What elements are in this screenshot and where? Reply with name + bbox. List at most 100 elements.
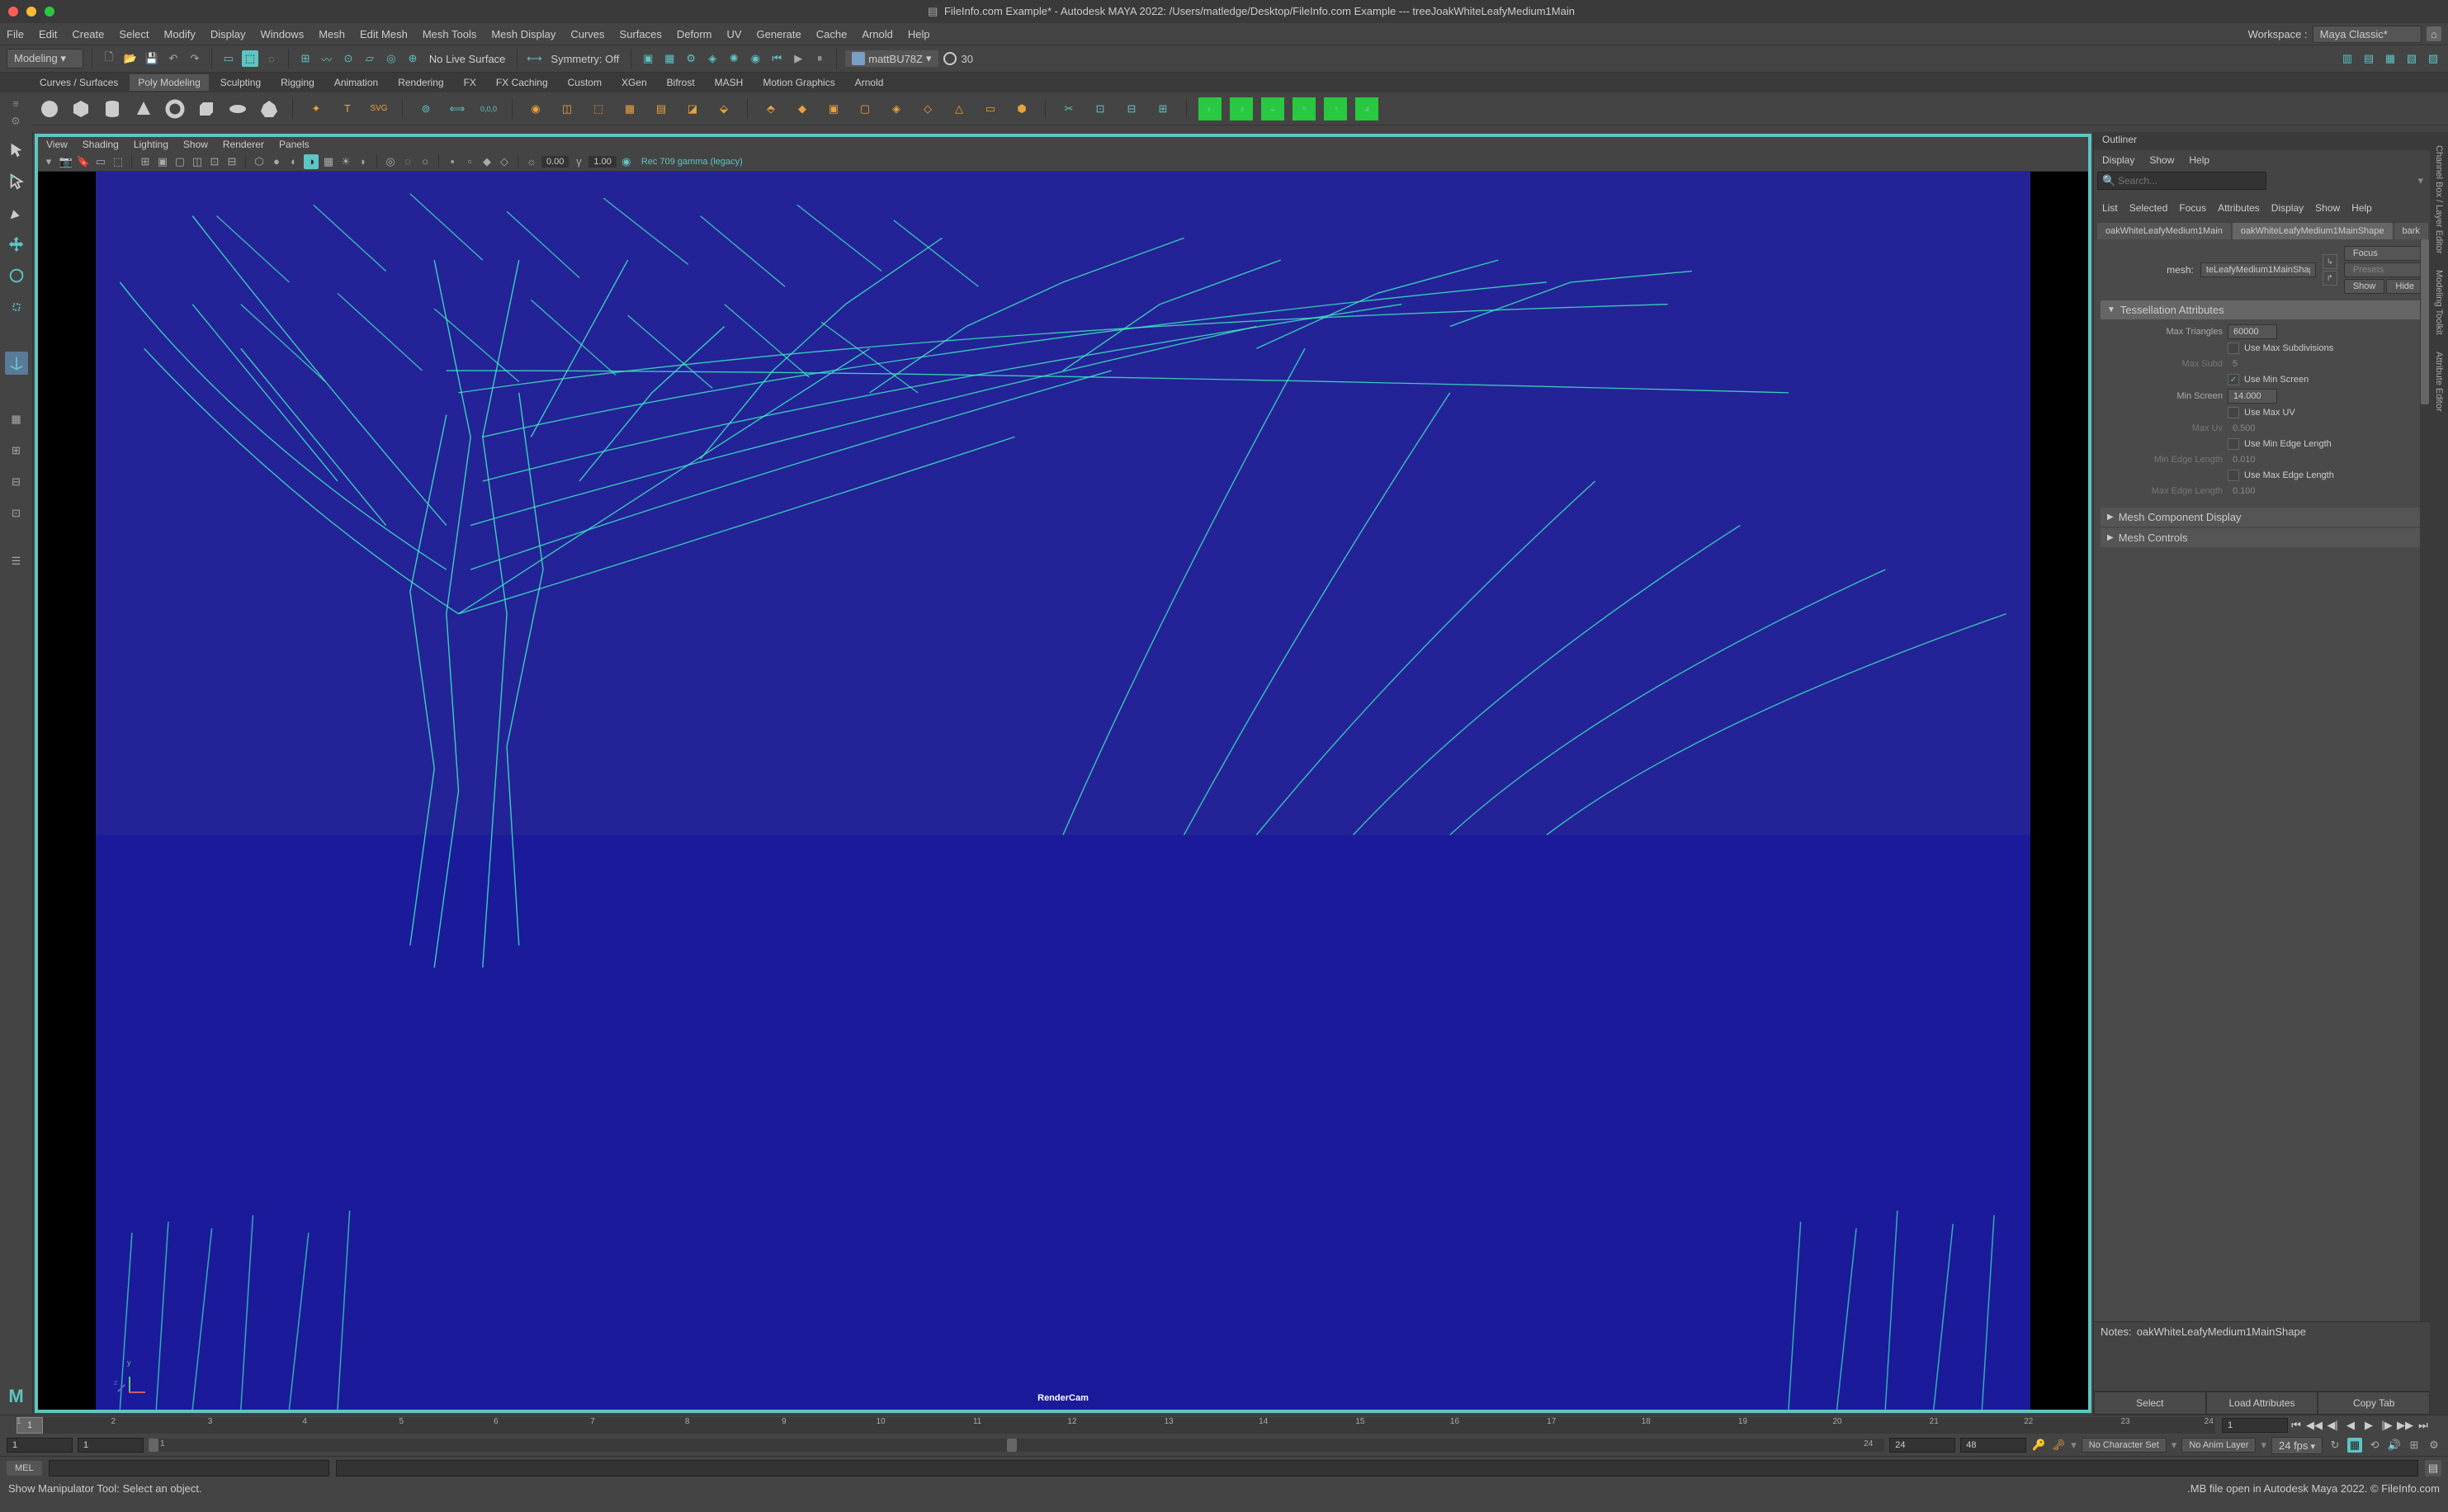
subdivide-icon[interactable]: ▣ (822, 97, 845, 120)
poly-disc-icon[interactable] (226, 97, 249, 120)
target-weld-icon[interactable]: ⊡ (1089, 97, 1112, 120)
step-back-key-icon[interactable]: ◀◀ (2306, 1417, 2323, 1434)
remesh-icon[interactable]: ◈ (885, 97, 908, 120)
ae-copy-tab-button[interactable]: Copy Tab (2318, 1392, 2430, 1415)
shelf-menu-icon[interactable] (7, 75, 21, 90)
sculpt-4-icon[interactable]: ◓ (1293, 97, 1316, 120)
vp-film-gate-icon[interactable]: ▣ (155, 154, 170, 169)
connect-icon[interactable]: ⊟ (1120, 97, 1143, 120)
ae-input-min-screen[interactable] (2228, 389, 2277, 404)
paint-select-tool[interactable] (5, 201, 28, 224)
retopo-icon[interactable]: ◇ (916, 97, 939, 120)
select-tool-icon[interactable]: ⬚ (242, 50, 258, 67)
menu-select[interactable]: Select (119, 28, 149, 40)
poly-platonic-icon[interactable] (258, 97, 281, 120)
play-backward-icon[interactable]: ◀ (2342, 1417, 2359, 1434)
ae-tab-transform[interactable]: oakWhiteLeafyMedium1Main (2097, 223, 2231, 239)
vp-exposure-icon[interactable]: ☼ (524, 154, 539, 169)
panel-toggle-4-icon[interactable]: ▧ (2403, 50, 2420, 67)
script-language-selector[interactable]: MEL (7, 1461, 42, 1476)
vp-camera-select-icon[interactable]: ▾ (41, 154, 56, 169)
menu-mesh[interactable]: Mesh (319, 28, 345, 40)
step-forward-icon[interactable]: |▶ (2379, 1417, 2395, 1434)
range-handle-start[interactable] (149, 1439, 158, 1452)
menu-curves[interactable]: Curves (570, 28, 604, 40)
menu-generate[interactable]: Generate (757, 28, 801, 40)
set-key-icon[interactable]: 🔑 (2031, 1438, 2046, 1453)
new-scene-icon[interactable]: 🗋 (101, 50, 117, 67)
boolean-icon[interactable]: ⬚ (587, 97, 610, 120)
menu-arnold[interactable]: Arnold (862, 28, 893, 40)
viewport[interactable]: y z RenderCam (38, 172, 2088, 1410)
vp-xray-joints-icon[interactable]: ○ (418, 154, 432, 169)
character-set-dropdown[interactable]: No Character Set (2082, 1438, 2167, 1453)
pivot-icon[interactable]: 0,0,0 (477, 97, 500, 120)
ae-chk-min-screen[interactable] (2228, 374, 2239, 385)
ae-scrollbar[interactable] (2420, 239, 2430, 1321)
range-end-inner-input[interactable] (1889, 1438, 1955, 1453)
command-input[interactable] (49, 1460, 329, 1477)
select-mode-icon[interactable]: ▭ (220, 50, 237, 67)
ae-input-icon[interactable]: ↳ (2323, 254, 2337, 269)
vp-image-plane-icon[interactable]: ▭ (93, 154, 108, 169)
poly-svg-icon[interactable]: SVG (367, 97, 390, 120)
vp-colorspace-label[interactable]: Rec 709 gamma (legacy) (641, 157, 743, 167)
vp-menu-lighting[interactable]: Lighting (134, 139, 168, 150)
symmetry-tool-icon[interactable]: ⟺ (446, 97, 469, 120)
range-start-inner-input[interactable] (78, 1438, 144, 1453)
move-tool[interactable] (5, 233, 28, 256)
search-dropdown-icon[interactable]: ▾ (2417, 174, 2423, 187)
play-forward-icon[interactable]: ▶ (2361, 1417, 2377, 1434)
render-ipr-icon[interactable]: ▦ (661, 50, 678, 67)
vp-multisample-icon[interactable]: ◆ (480, 154, 494, 169)
vp-resolution-gate-icon[interactable]: ▢ (172, 154, 187, 169)
shelf-tab-rendering[interactable]: Rendering (390, 74, 451, 91)
vp-motion-blur-icon[interactable]: ▫ (462, 154, 477, 169)
menu-help[interactable]: Help (908, 28, 930, 40)
menu-display[interactable]: Display (210, 28, 246, 40)
ae-menu-display[interactable]: Display (2271, 202, 2304, 214)
vp-safe-action-icon[interactable]: ⊟ (224, 154, 239, 169)
layout-four-icon[interactable]: ⊞ (5, 439, 28, 462)
range-handle-end[interactable] (1007, 1439, 1017, 1452)
vp-shadows-icon[interactable]: ◗ (356, 154, 371, 169)
menu-edit[interactable]: Edit (39, 28, 57, 40)
vp-gamma-icon[interactable]: γ (571, 154, 586, 169)
ae-presets-button[interactable]: Presets (2344, 262, 2423, 277)
menu-create[interactable]: Create (72, 28, 104, 40)
bevel-icon[interactable]: ◪ (681, 97, 704, 120)
vp-grid-icon[interactable]: ⊞ (138, 154, 153, 169)
mode-selector[interactable]: Modeling ▾ (7, 49, 83, 69)
ae-load-attributes-button[interactable]: Load Attributes (2206, 1392, 2318, 1415)
menu-deform[interactable]: Deform (677, 28, 712, 40)
shelf-tab-animation[interactable]: Animation (326, 74, 386, 91)
lasso-tool[interactable] (5, 170, 28, 193)
panel-toggle-2-icon[interactable]: ▤ (2361, 50, 2377, 67)
shelf-tab-polymodeling[interactable]: Poly Modeling (130, 74, 208, 91)
snap-view-icon[interactable]: ◎ (383, 50, 399, 67)
side-tab-attribute-editor[interactable]: Attribute Editor (2432, 345, 2446, 418)
vp-camera-icon[interactable]: 📷 (59, 154, 73, 169)
maya-logo-icon[interactable]: M (5, 1385, 28, 1408)
workspace-selector[interactable]: Maya Classic* (2313, 26, 2422, 43)
panel-toggle-5-icon[interactable]: ▨ (2425, 50, 2441, 67)
shelf-tab-xgen[interactable]: XGen (613, 74, 655, 91)
sculpt-6-icon[interactable]: ◕ (1355, 97, 1378, 120)
ae-menu-help[interactable]: Help (2351, 202, 2372, 214)
soft-select-icon[interactable]: ⊚ (414, 97, 437, 120)
ae-tab-shape[interactable]: oakWhiteLeafyMedium1MainShape (2233, 223, 2393, 239)
loop-icon[interactable]: ↻ (2327, 1438, 2342, 1453)
poly-type-icon[interactable]: T (336, 97, 359, 120)
sync-icon[interactable]: ⟲ (2367, 1438, 2382, 1453)
shelf-tab-custom[interactable]: Custom (560, 74, 610, 91)
step-forward-key-icon[interactable]: ▶▶ (2397, 1417, 2413, 1434)
snap-grid-icon[interactable]: ⊞ (297, 50, 314, 67)
ae-menu-selected[interactable]: Selected (2129, 202, 2168, 214)
shelf-tab-rigging[interactable]: Rigging (272, 74, 323, 91)
snap-point-icon[interactable]: ⊙ (340, 50, 357, 67)
shelf-tab-curves[interactable]: Curves / Surfaces (31, 74, 126, 91)
menu-uv[interactable]: UV (726, 28, 741, 40)
ae-section-header-mesh-controls[interactable]: ▶ Mesh Controls (2101, 528, 2423, 547)
bridge-icon[interactable]: ▤ (650, 97, 673, 120)
poly-plane-icon[interactable] (195, 97, 218, 120)
